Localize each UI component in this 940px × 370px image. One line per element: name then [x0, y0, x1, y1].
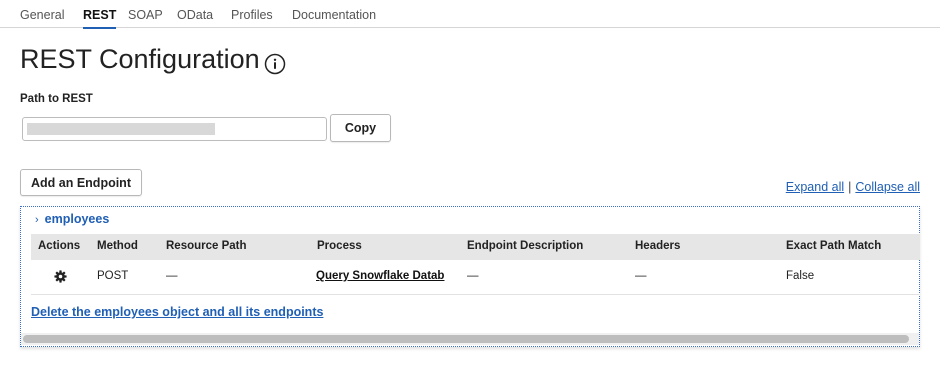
- gear-icon[interactable]: [54, 270, 67, 283]
- redacted-path-value: [27, 123, 215, 135]
- expand-collapse-links: Expand all | Collapse all: [786, 180, 920, 194]
- column-header-process: Process: [317, 240, 362, 252]
- exact-path-match-cell: False: [786, 270, 815, 282]
- column-header-method: Method: [97, 240, 138, 252]
- tab-odata[interactable]: OData: [177, 8, 213, 22]
- group-toggle[interactable]: › employees: [35, 212, 109, 226]
- endpoint-group: › employees Actions Method Resource Path …: [20, 206, 920, 347]
- horizontal-scrollbar[interactable]: [23, 335, 909, 343]
- info-circle-icon[interactable]: [264, 53, 286, 75]
- column-header-resource-path: Resource Path: [166, 240, 247, 252]
- delete-object-link[interactable]: Delete the employees object and all its …: [31, 305, 323, 319]
- process-cell: Query Snowflake Datab: [316, 270, 460, 285]
- tab-documentation[interactable]: Documentation: [292, 8, 376, 22]
- endpoint-description-cell: —: [467, 270, 479, 282]
- tab-profiles[interactable]: Profiles: [231, 8, 273, 22]
- group-name: employees: [44, 212, 110, 226]
- table-header: Actions Method Resource Path Process End…: [31, 234, 920, 260]
- path-field[interactable]: [22, 117, 327, 141]
- headers-cell: —: [635, 270, 647, 282]
- column-header-endpoint-description: Endpoint Description: [467, 240, 584, 252]
- column-header-exact-path-match: Exact Path Match: [786, 240, 882, 252]
- add-endpoint-button[interactable]: Add an Endpoint: [20, 169, 142, 196]
- path-label: Path to REST: [20, 93, 93, 105]
- resource-path-cell: —: [166, 270, 178, 282]
- page-title: REST Configuration: [20, 44, 260, 74]
- table-row: POST — Query Snowflake Datab — — False: [31, 260, 920, 295]
- collapse-all-link[interactable]: Collapse all: [855, 180, 920, 194]
- link-separator: |: [848, 180, 852, 194]
- process-link[interactable]: Query Snowflake Datab: [316, 270, 460, 282]
- tab-rest[interactable]: REST: [83, 8, 117, 29]
- tab-soap[interactable]: SOAP: [128, 8, 163, 22]
- chevron-right-icon: ›: [35, 214, 39, 226]
- method-cell: POST: [97, 270, 129, 282]
- expand-all-link[interactable]: Expand all: [786, 180, 844, 194]
- tab-general[interactable]: General: [20, 8, 64, 22]
- tab-bar: General REST SOAP OData Profiles Documen…: [0, 0, 940, 29]
- column-header-headers: Headers: [635, 240, 681, 252]
- copy-button[interactable]: Copy: [330, 114, 391, 142]
- column-header-actions: Actions: [38, 240, 81, 252]
